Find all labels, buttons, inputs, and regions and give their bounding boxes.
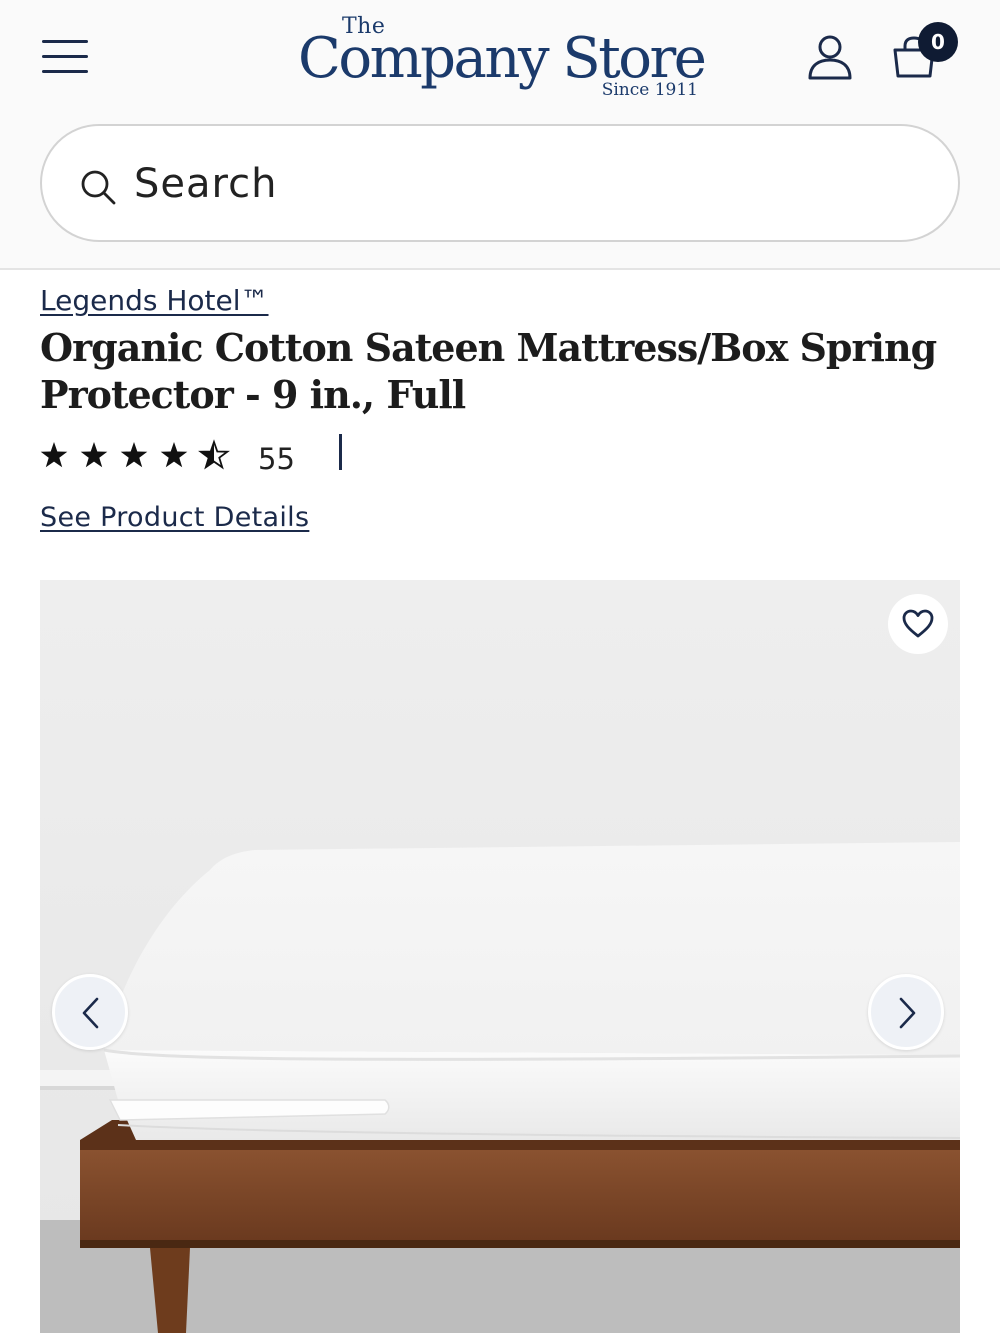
brand-link[interactable]: Legends Hotel™ [40,284,269,317]
heart-icon [902,609,934,638]
chevron-left-icon [82,997,99,1029]
wishlist-button[interactable] [888,594,948,654]
star-rating-icons [40,441,229,469]
site-header: The Company Store Since 1911 0 [0,0,1000,270]
search-input[interactable] [134,156,914,212]
review-count: 55 [258,442,295,476]
carousel-next-button[interactable] [868,974,944,1050]
mattress-protector-photo [40,580,960,1333]
chevron-right-icon [899,997,916,1029]
search-bar[interactable] [40,124,960,242]
see-product-details-link[interactable]: See Product Details [40,502,309,533]
hamburger-menu-icon[interactable] [42,38,88,76]
company-store-logo[interactable]: The Company Store Since 1911 [298,12,708,104]
product-image-carousel[interactable] [40,580,960,1333]
cart-count-badge: 0 [918,22,958,62]
search-icon [81,170,116,205]
product-title: Organic Cotton Sateen Mattress/Box Sprin… [40,325,937,417]
rating-divider [339,434,342,470]
carousel-prev-button[interactable] [52,974,128,1050]
logo-since-text: Since 1911 [601,80,698,100]
user-icon[interactable] [806,34,854,80]
cart-button[interactable]: 0 [888,22,960,82]
